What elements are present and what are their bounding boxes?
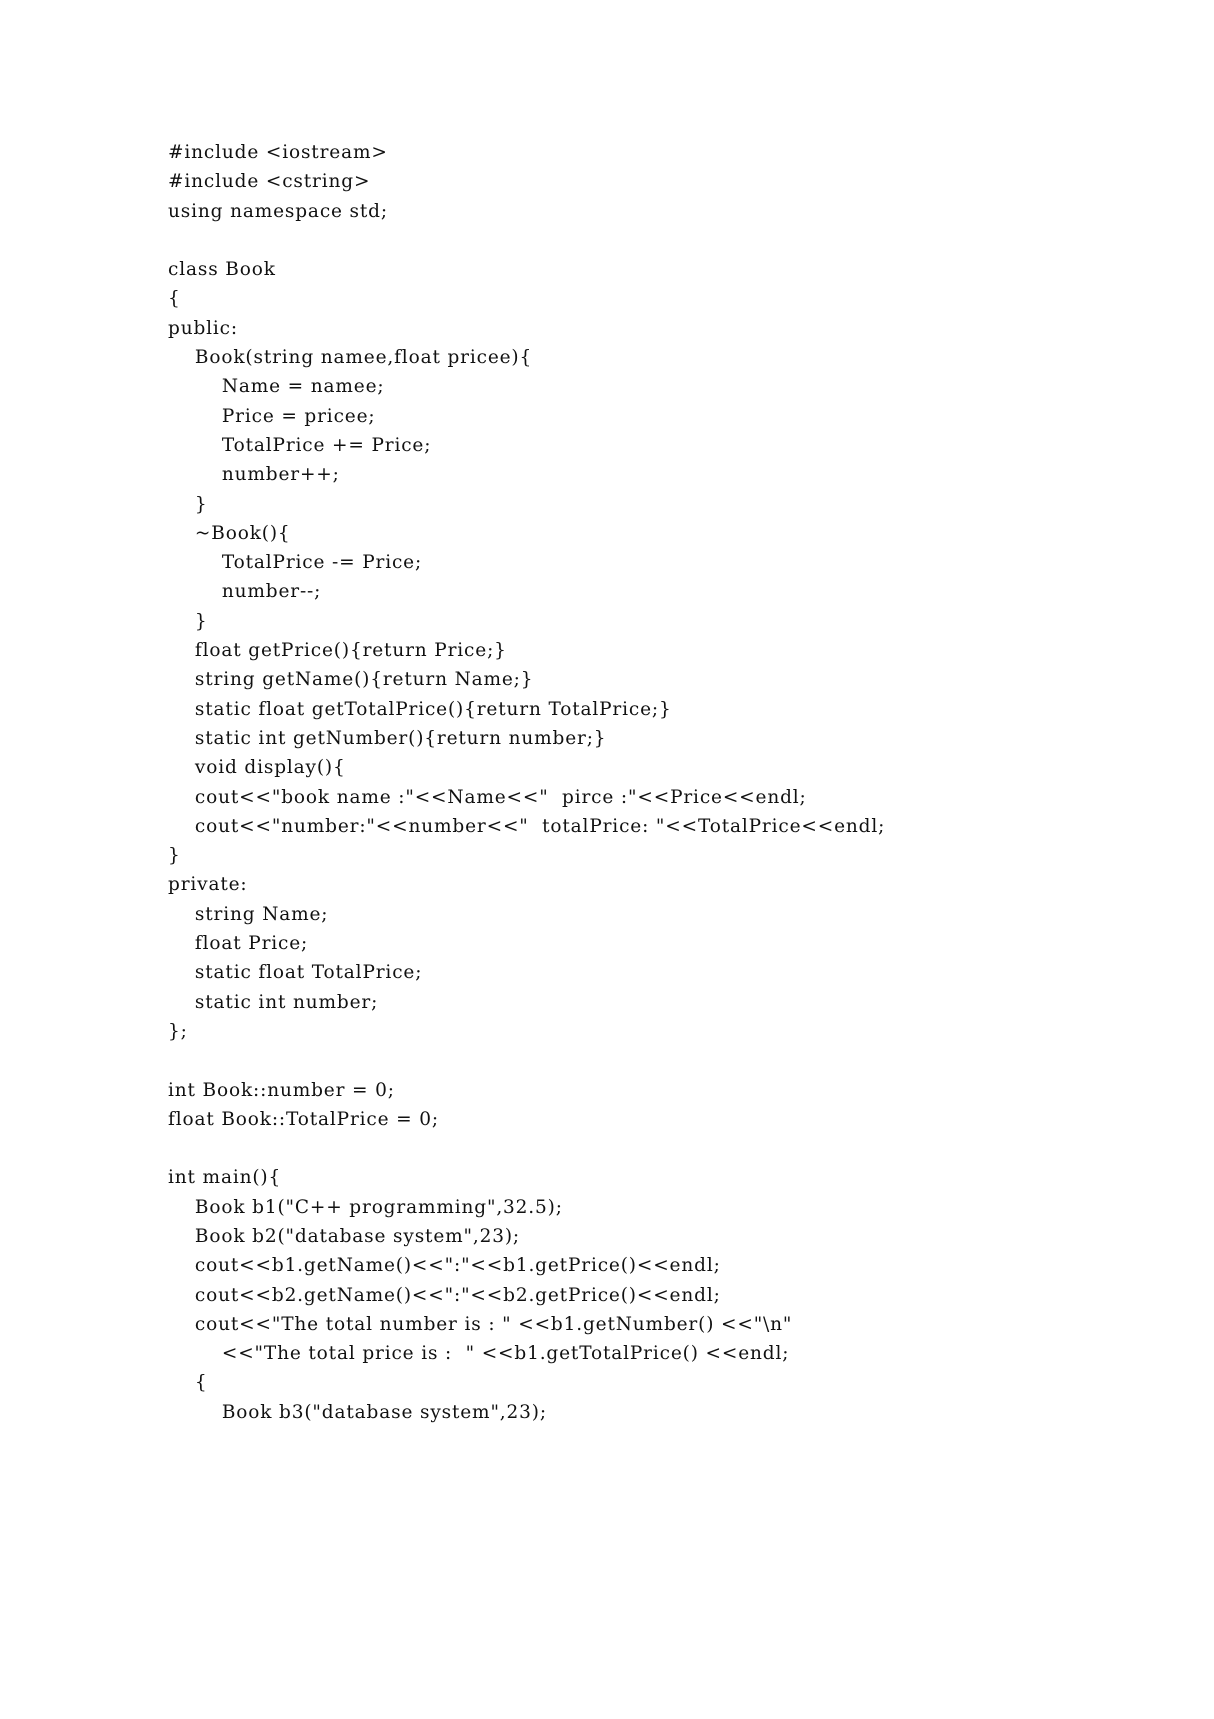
code-line: number--;: [168, 581, 322, 603]
code-line: <<"The total price is : " <<b1.getTotalP…: [168, 1343, 790, 1365]
code-line: #include <iostream>: [168, 142, 388, 163]
code-line: {: [168, 1372, 208, 1394]
code-line: TotalPrice += Price;: [168, 434, 432, 456]
code-line: string Name;: [168, 903, 329, 925]
code-line: void display(){: [168, 757, 346, 779]
code-line: float Price;: [168, 933, 309, 955]
code-line: }: [168, 493, 208, 515]
code-line: cout<<b1.getName()<<":"<<b1.getPrice()<<…: [168, 1255, 721, 1277]
code-line: Price = pricee;: [168, 405, 376, 427]
code-line: #include <cstring>: [168, 171, 371, 193]
code-line: }: [168, 845, 181, 867]
code-line: }: [168, 610, 208, 632]
code-line: cout<<"number:"<<number<<" totalPrice: "…: [168, 815, 886, 837]
code-line: string getName(){return Name;}: [168, 669, 534, 691]
code-line: TotalPrice -= Price;: [168, 552, 423, 574]
code-line: Book b1("C++ programming",32.5);: [168, 1196, 563, 1218]
code-line: };: [168, 1020, 188, 1042]
code-line: int Book::number = 0;: [168, 1079, 395, 1101]
code-listing: #include <iostream> #include <cstring> usi…: [168, 138, 1128, 1427]
code-line: public:: [168, 317, 238, 339]
code-line: float getPrice(){return Price;}: [168, 640, 507, 662]
code-line: cout<<b2.getName()<<":"<<b2.getPrice()<<…: [168, 1284, 721, 1306]
code-line: float Book::TotalPrice = 0;: [168, 1108, 439, 1130]
code-line: cout<<"The total number is : " <<b1.getN…: [168, 1313, 793, 1335]
code-line: number++;: [168, 464, 340, 486]
code-line: Name = namee;: [168, 376, 385, 398]
code-line: cout<<"book name :"<<Name<<" pirce :"<<P…: [168, 786, 807, 808]
code-line: static int getNumber(){return number;}: [168, 727, 607, 749]
code-line: Book(string namee,float pricee){: [168, 347, 533, 369]
code-line: static float getTotalPrice(){return Tota…: [168, 698, 672, 720]
document-page: #include <iostream> #include <cstring> usi…: [0, 0, 1214, 1719]
code-line: private:: [168, 874, 248, 896]
code-line: static float TotalPrice;: [168, 962, 423, 984]
code-line: ~Book(){: [168, 522, 291, 544]
code-line: using namespace std;: [168, 200, 388, 222]
code-line: {: [168, 288, 181, 310]
code-line: Book b3("database system",23);: [168, 1401, 547, 1423]
code-line: Book b2("database system",23);: [168, 1225, 520, 1247]
code-line: class Book: [168, 259, 276, 281]
code-line: int main(){: [168, 1167, 282, 1189]
code-line: static int number;: [168, 991, 379, 1013]
